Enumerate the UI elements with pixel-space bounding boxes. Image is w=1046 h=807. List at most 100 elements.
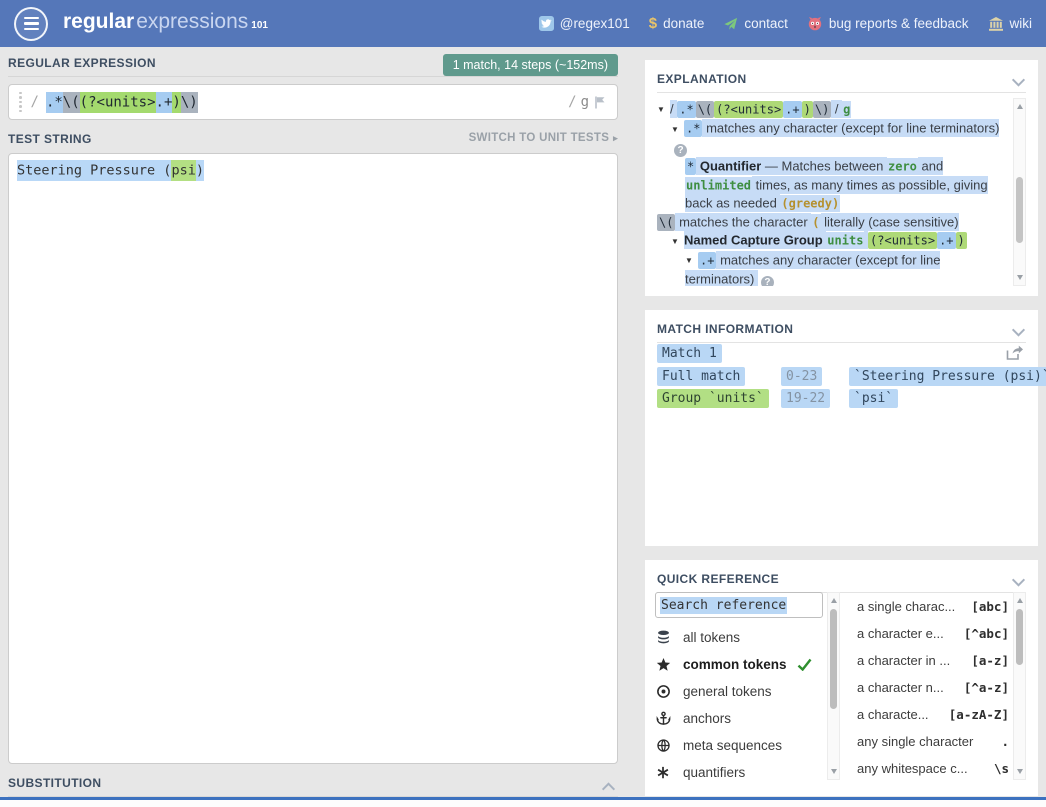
- scroll-down-icon[interactable]: [831, 769, 837, 774]
- regex-input[interactable]: / .*\((?<units>.+)\) / g: [8, 84, 618, 120]
- test-string-title: TEST STRING: [8, 132, 92, 146]
- test-string-segment: psi: [171, 160, 195, 181]
- nav-link-twitter[interactable]: @regex101: [539, 16, 630, 31]
- flag-icon[interactable]: [593, 95, 607, 110]
- category-general-tokens[interactable]: general tokens: [655, 678, 825, 705]
- tree-collapse-icon[interactable]: ▼: [657, 101, 670, 120]
- scroll-up-icon[interactable]: [1017, 598, 1023, 603]
- match-cell: 19-22: [781, 389, 843, 408]
- reference-item[interactable]: any whitespace c...\s: [857, 755, 1009, 782]
- match-rows: Match 1Full match0-23`Steering Pressure …: [657, 344, 1002, 412]
- reference-item[interactable]: a character in ...[a-z]: [857, 647, 1009, 674]
- regex-pattern: .*\((?<units>.+)\): [46, 93, 198, 111]
- target-icon: [655, 684, 671, 699]
- explanation-segment: matches any character (except for line t…: [702, 119, 999, 137]
- explanation-header: EXPLANATION: [657, 70, 1026, 93]
- reference-item[interactable]: a character e...[^abc]: [857, 620, 1009, 647]
- reference-item[interactable]: a character n...[^a-z]: [857, 674, 1009, 701]
- nav-link-contact[interactable]: contact: [723, 16, 788, 31]
- twitter-icon: [539, 16, 554, 31]
- explanation-panel: EXPLANATION ▼/ .*\((?<units>.+)\) / g▼.*…: [645, 60, 1038, 296]
- match-row: Match 1: [657, 344, 1002, 363]
- reference-list-scrollbar[interactable]: [1013, 592, 1026, 780]
- explanation-segment: (greedy): [780, 195, 840, 212]
- chevron-down-icon[interactable]: [1011, 74, 1026, 92]
- help-icon[interactable]: ?: [761, 276, 774, 287]
- match-cell: `Steering Pressure (psi)`: [849, 367, 1046, 386]
- category-label: all tokens: [683, 630, 740, 645]
- regex-flags[interactable]: g: [581, 94, 589, 110]
- reference-item[interactable]: any single character.: [857, 728, 1009, 755]
- chevron-down-icon[interactable]: [1011, 574, 1026, 592]
- right-arrow-icon: ▸: [613, 133, 618, 143]
- tree-collapse-icon[interactable]: ▼: [685, 252, 698, 271]
- reference-item[interactable]: a characte...[a-zA-Z]: [857, 701, 1009, 728]
- tree-collapse-icon[interactable]: ▼: [671, 233, 684, 252]
- explanation-segment: matches any character (except for line t…: [685, 251, 940, 287]
- category-anchors[interactable]: anchors: [655, 705, 825, 732]
- test-string-header-row: TEST STRING SWITCH TO UNIT TESTS▸: [8, 130, 618, 150]
- explanation-scrollbar[interactable]: [1013, 98, 1026, 286]
- category-all-tokens[interactable]: all tokens: [655, 624, 825, 651]
- tree-collapse-icon[interactable]: ▼: [671, 121, 684, 140]
- reference-code: [a-z]: [971, 653, 1009, 668]
- github-icon: [807, 16, 823, 31]
- explanation-segment: (: [811, 214, 820, 231]
- reference-label: a character n...: [857, 680, 944, 695]
- scrollbar-thumb[interactable]: [1016, 177, 1023, 243]
- nav-link-bug-reports[interactable]: bug reports & feedback: [807, 16, 969, 31]
- category-quantifiers[interactable]: quantifiers: [655, 759, 825, 786]
- globe-icon: [655, 738, 671, 753]
- scroll-down-icon[interactable]: [1017, 769, 1023, 774]
- test-string-text: Steering Pressure (psi): [17, 161, 204, 178]
- chevron-down-icon[interactable]: [1011, 324, 1026, 342]
- top-nav: @regex101 $donate contact bug reports & fee…: [539, 15, 1032, 32]
- regex-token: \): [181, 92, 198, 113]
- grip-icon[interactable]: [19, 92, 22, 113]
- menu-button[interactable]: [14, 7, 48, 41]
- substitution-header[interactable]: SUBSTITUTION: [8, 771, 618, 797]
- help-icon[interactable]: ?: [674, 144, 687, 157]
- scroll-up-icon[interactable]: [831, 598, 837, 603]
- search-reference-input[interactable]: Search reference: [655, 592, 823, 618]
- reference-code: .: [1001, 734, 1009, 749]
- regex-token: \(: [63, 92, 80, 113]
- category-meta-sequences[interactable]: meta sequences: [655, 732, 825, 759]
- nav-link-wiki[interactable]: wiki: [988, 16, 1033, 31]
- test-string-segment: Steering Pressure (: [17, 160, 171, 181]
- search-input-text: Search reference: [660, 597, 787, 614]
- regex-token: .+: [156, 92, 173, 113]
- match-chip: Match 1: [657, 344, 722, 363]
- category-list-scrollbar[interactable]: [827, 592, 840, 780]
- reference-item[interactable]: a single charac...[abc]: [857, 593, 1009, 620]
- explanation-segment: — Matches between: [761, 157, 887, 175]
- match-information-header: MATCH INFORMATION: [657, 320, 1026, 343]
- scrollbar-thumb[interactable]: [830, 609, 837, 709]
- scroll-down-icon[interactable]: [1017, 275, 1023, 280]
- asterisk-icon: [655, 766, 671, 780]
- export-matches-button[interactable]: [1005, 344, 1024, 361]
- match-cell: Match 1: [657, 344, 722, 363]
- bank-icon: [988, 17, 1004, 31]
- switch-to-unit-tests-link[interactable]: SWITCH TO UNIT TESTS▸: [469, 132, 618, 144]
- app-logo[interactable]: regular expressions 101: [63, 0, 268, 49]
- regular-expression-header-row: REGULAR EXPRESSION 1 match, 14 steps (~1…: [8, 52, 618, 77]
- match-row: Group `units`19-22`psi`: [657, 389, 1002, 408]
- explanation-line: \( matches the character ( literally (ca…: [657, 213, 1013, 232]
- nav-link-donate[interactable]: $donate: [649, 15, 705, 32]
- category-common-tokens[interactable]: common tokens: [655, 651, 825, 678]
- explanation-segment: *: [685, 158, 696, 175]
- scroll-up-icon[interactable]: [1017, 104, 1023, 109]
- stack-icon: [655, 630, 671, 645]
- reference-label: any whitespace c...: [857, 761, 968, 776]
- match-information-title: MATCH INFORMATION: [657, 322, 793, 336]
- scrollbar-thumb[interactable]: [1016, 609, 1023, 665]
- chevron-up-icon[interactable]: [601, 778, 616, 796]
- substitution-title: SUBSTITUTION: [8, 776, 101, 790]
- explanation-title: EXPLANATION: [657, 72, 747, 86]
- match-status-badge: 1 match, 14 steps (~152ms): [443, 54, 618, 76]
- match-chip: 0-23: [781, 367, 822, 386]
- category-label: quantifiers: [683, 765, 745, 780]
- quick-reference-panel: QUICK REFERENCE Search reference all tok…: [645, 560, 1038, 796]
- test-string-area[interactable]: Steering Pressure (psi): [8, 153, 618, 764]
